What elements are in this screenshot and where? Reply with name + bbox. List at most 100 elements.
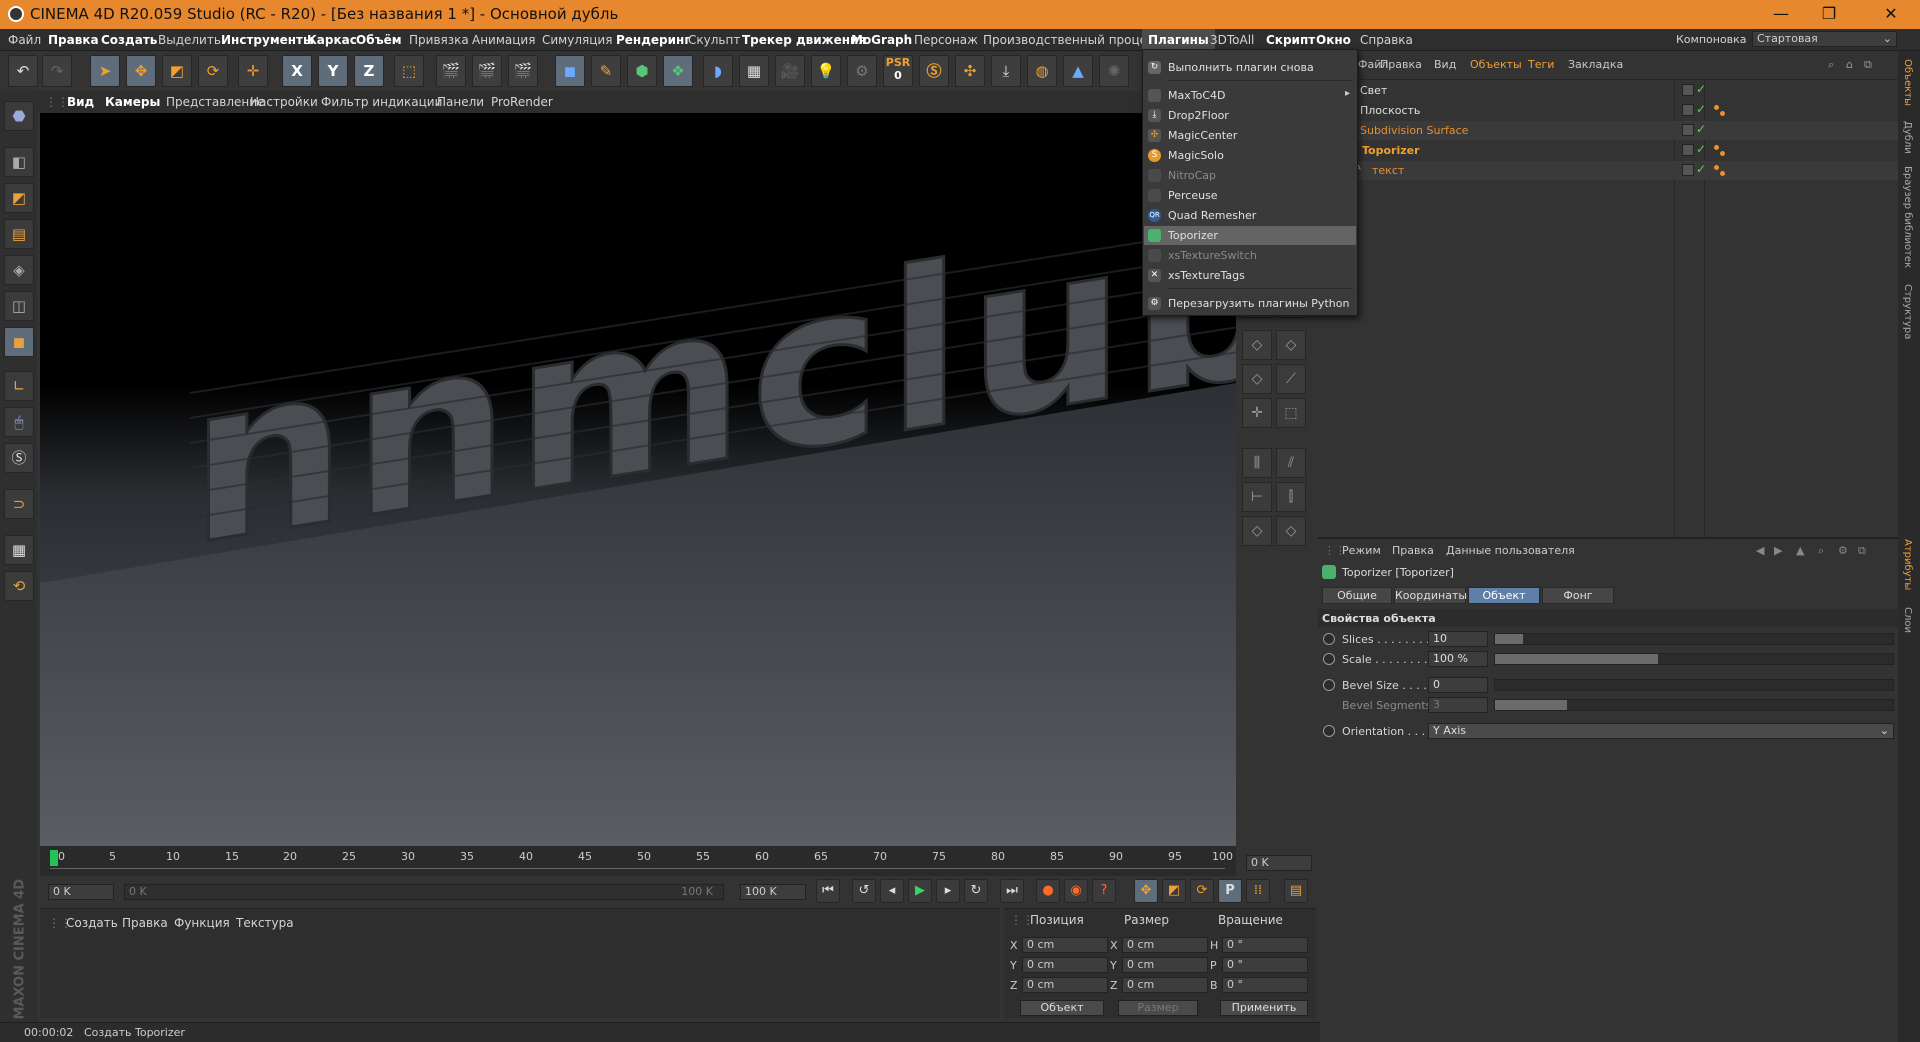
tool-cube-g-icon[interactable]: ◇ <box>1276 516 1306 546</box>
tool-bars-c-icon[interactable]: ⊢ <box>1242 482 1272 512</box>
pos-y-field[interactable]: 0 cm <box>1022 957 1108 973</box>
animate-scale-icon[interactable] <box>1323 653 1335 665</box>
menu-file[interactable]: Файл <box>8 33 41 47</box>
side-tab-attributes[interactable]: Атрибуты <box>1902 539 1913 590</box>
nitrocap-toolbar-icon[interactable]: ▲ <box>1063 55 1093 87</box>
menu-item-drop2floor[interactable]: ⤓ Drop2Floor <box>1144 106 1356 125</box>
viewport-menu-prorender[interactable]: ProRender <box>491 95 553 109</box>
tool-cube-f-icon[interactable]: ◇ <box>1242 516 1272 546</box>
deformer-icon[interactable]: ◗ <box>703 55 733 87</box>
attr-new-window-icon[interactable]: ⧉ <box>1858 544 1866 558</box>
cloner-icon[interactable]: ❖ <box>663 55 693 87</box>
undo-icon[interactable]: ↶ <box>8 55 38 87</box>
polygons-mode-icon[interactable]: ◼ <box>4 327 34 357</box>
magiccenter-toolbar-icon[interactable]: ✣ <box>955 55 985 87</box>
slices-field[interactable]: 10 <box>1428 631 1488 647</box>
rot-p-field[interactable]: 0 ° <box>1222 957 1308 973</box>
render-picture-viewer-icon[interactable]: 🎬 <box>472 55 502 87</box>
pos-z-field[interactable]: 0 cm <box>1022 977 1108 993</box>
menu-snap[interactable]: Привязка <box>409 33 469 47</box>
make-editable-icon[interactable]: ⬣ <box>4 101 34 131</box>
menu-pipeline[interactable]: Производственный процесс <box>983 33 1160 47</box>
menu-volume[interactable]: Объём <box>356 33 402 47</box>
attr-search-icon[interactable]: ⌕ <box>1818 544 1824 558</box>
magicsolo-toolbar-icon[interactable]: Ⓢ <box>919 55 949 87</box>
tag-icon[interactable] <box>1720 171 1725 176</box>
key-scale-icon[interactable]: ◩ <box>1162 879 1186 903</box>
menu-sculpt[interactable]: Скульпт <box>688 33 740 47</box>
scale-tool-icon[interactable]: ◩ <box>162 55 192 87</box>
next-key-icon[interactable]: ↻ <box>964 879 988 903</box>
move-tool-icon[interactable]: ✥ <box>126 55 156 87</box>
menu-render[interactable]: Рендеринг <box>616 33 691 47</box>
previous-frame-icon[interactable]: ◂ <box>880 879 904 903</box>
menu-mograph[interactable]: MoGraph <box>851 33 912 47</box>
menu-mesh[interactable]: Каркас <box>307 33 357 47</box>
tool-bars-a-icon[interactable]: ⫼ <box>1242 448 1272 478</box>
side-tab-takes[interactable]: Дубли <box>1902 121 1913 154</box>
scale-slider[interactable] <box>1494 653 1894 665</box>
tweak-mode-icon[interactable]: 🖱 <box>4 407 34 437</box>
tab-coordinates[interactable]: Координаты <box>1394 587 1467 604</box>
object-row-text[interactable]: ᴬ текст ✓ <box>1318 161 1898 180</box>
tag-icon[interactable] <box>1714 105 1719 110</box>
layer-check-icon[interactable] <box>1682 84 1694 96</box>
menu-window[interactable]: Окно <box>1316 33 1351 47</box>
layout-select[interactable]: Стартовая ⌄ <box>1752 31 1897 47</box>
side-tab-objects[interactable]: Объекты <box>1902 59 1913 106</box>
cube-object-icon[interactable]: ◼ <box>555 55 585 87</box>
tag-icon[interactable] <box>1720 151 1725 156</box>
menu-item-maxtoc4d[interactable]: MaxToC4D ▸ <box>1144 86 1356 105</box>
x-axis-lock-button[interactable]: X <box>282 55 312 87</box>
size-y-field[interactable]: 0 cm <box>1122 957 1208 973</box>
viewport-menu-panel[interactable]: Панели <box>437 95 484 109</box>
attr-menu-edit[interactable]: Правка <box>1392 544 1434 557</box>
timeline-ruler[interactable]: 0 5 10 15 20 25 30 35 40 45 50 55 60 65 … <box>40 846 1236 876</box>
bevel-segments-slider[interactable] <box>1494 699 1894 711</box>
light-icon[interactable]: 💡 <box>811 55 841 87</box>
points-mode-icon[interactable]: ◈ <box>4 255 34 285</box>
object-row-subdivision[interactable]: Subdivision Surface ✓ <box>1318 121 1898 140</box>
layer-check-icon[interactable] <box>1682 124 1694 136</box>
playhead-marker[interactable] <box>50 850 58 866</box>
psr-button[interactable]: PSR 0 <box>883 55 913 87</box>
layer-check-icon[interactable] <box>1682 144 1694 156</box>
recent-tool-icon[interactable]: ✛ <box>238 55 268 87</box>
menu-item-xstexturetags[interactable]: ✕ xsTextureTags <box>1144 266 1356 285</box>
tab-phong[interactable]: Фонг <box>1542 587 1614 604</box>
object-row-plane[interactable]: Плоскость ✓ <box>1318 101 1898 120</box>
magnet-icon[interactable]: ⊃ <box>4 489 34 519</box>
rig-icon[interactable]: ⚙ <box>847 55 877 87</box>
menu-edit[interactable]: Правка <box>48 33 99 47</box>
rotate-tool-icon[interactable]: ⟳ <box>198 55 228 87</box>
perceuse-toolbar-icon[interactable]: ◍ <box>1027 55 1057 87</box>
edges-mode-icon[interactable]: ◫ <box>4 291 34 321</box>
keyframe-selection-icon[interactable]: ? <box>1092 879 1116 903</box>
size-z-field[interactable]: 0 cm <box>1122 977 1208 993</box>
object-home-icon[interactable]: ⌂ <box>1846 58 1853 71</box>
drop2floor-toolbar-icon[interactable]: ⤓ <box>991 55 1021 87</box>
go-to-start-icon[interactable]: ⏮ <box>816 879 840 903</box>
scale-field[interactable]: 100 % <box>1428 651 1488 667</box>
record-icon[interactable]: ● <box>1036 879 1060 903</box>
size-mode-select[interactable]: Размер <box>1118 1000 1198 1016</box>
layer-check-icon[interactable] <box>1682 164 1694 176</box>
menu-item-magiccenter[interactable]: ✣ MagicCenter <box>1144 126 1356 145</box>
tool-bars-d-icon[interactable]: ⫿ <box>1276 482 1306 512</box>
side-tab-content-browser[interactable]: Браузер библиотек <box>1902 166 1913 268</box>
tool-bars-b-icon[interactable]: ⫽ <box>1276 448 1306 478</box>
timeline-window-icon[interactable]: ▤ <box>1284 879 1308 903</box>
menu-select[interactable]: Выделить <box>158 33 221 47</box>
model-mode-icon[interactable]: ◧ <box>4 147 34 177</box>
current-frame-field[interactable]: 0 K <box>1246 855 1312 871</box>
rot-h-field[interactable]: 0 ° <box>1222 937 1308 953</box>
slices-slider[interactable] <box>1494 633 1894 645</box>
viewport-menu-cameras[interactable]: Камеры <box>105 95 160 109</box>
attr-settings-icon[interactable]: ⚙ <box>1838 544 1848 557</box>
side-tab-layers[interactable]: Слои <box>1902 607 1913 633</box>
tab-basic[interactable]: Общие <box>1322 587 1392 604</box>
go-to-end-icon[interactable]: ⏭ <box>1000 879 1024 903</box>
tool-scale-icon[interactable]: ⬚ <box>1276 398 1306 428</box>
subdivision-icon[interactable]: ⬢ <box>627 55 657 87</box>
start-frame-field[interactable]: 0 K <box>48 884 114 900</box>
